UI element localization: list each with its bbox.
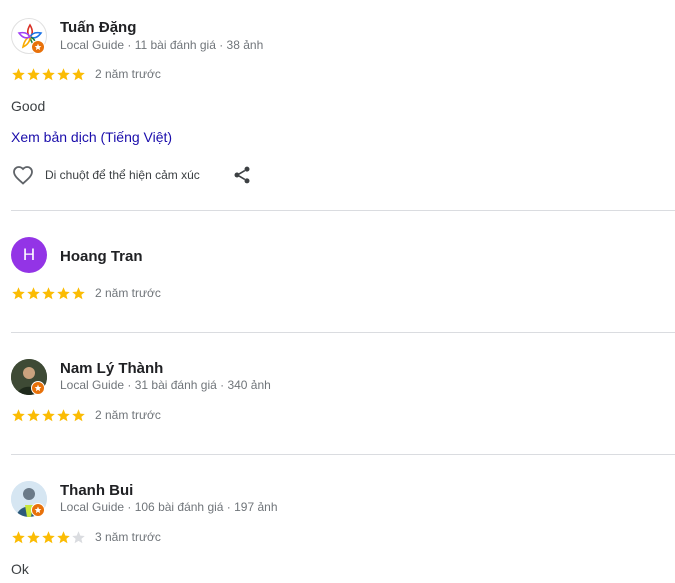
review-item: Nam Lý Thành Local Guide · 31 bài đánh g… bbox=[0, 333, 675, 454]
star-rating bbox=[11, 408, 86, 423]
star-filled-icon bbox=[11, 408, 26, 423]
reviewer-name[interactable]: Tuấn Đặng bbox=[60, 19, 136, 36]
local-guide-badge-icon bbox=[31, 381, 45, 395]
star-filled-icon bbox=[41, 67, 56, 82]
star-filled-icon bbox=[71, 67, 86, 82]
star-rating bbox=[11, 67, 86, 82]
rating-row: 3 năm trước bbox=[11, 529, 161, 545]
star-filled-icon bbox=[56, 286, 71, 301]
star-rating bbox=[11, 530, 86, 545]
rating-row: 2 năm trước bbox=[11, 407, 161, 423]
star-rating bbox=[11, 286, 86, 301]
review-time: 2 năm trước bbox=[95, 286, 161, 300]
avatar[interactable]: H bbox=[11, 237, 47, 273]
share-button[interactable] bbox=[232, 165, 252, 185]
star-filled-icon bbox=[26, 67, 41, 82]
review-text: Good bbox=[11, 98, 46, 114]
star-filled-icon bbox=[11, 530, 26, 545]
local-guide-badge-icon bbox=[31, 40, 45, 54]
star-filled-icon bbox=[56, 530, 71, 545]
review-time: 2 năm trước bbox=[95, 67, 161, 81]
star-filled-icon bbox=[26, 408, 41, 423]
review-actions: Di chuột để thể hiện cảm xúc bbox=[11, 163, 252, 187]
star-filled-icon bbox=[11, 286, 26, 301]
star-filled-icon bbox=[26, 530, 41, 545]
react-hint: Di chuột để thể hiện cảm xúc bbox=[45, 168, 200, 182]
reviewer-name[interactable]: Thanh Bui bbox=[60, 482, 133, 499]
review-item: Thanh Bui Local Guide · 106 bài đánh giá… bbox=[0, 455, 675, 583]
star-filled-icon bbox=[71, 286, 86, 301]
avatar-letter: H bbox=[22, 245, 36, 264]
star-empty-icon bbox=[71, 530, 86, 545]
translate-link[interactable]: Xem bản dịch (Tiếng Việt) bbox=[11, 129, 172, 145]
star-filled-icon bbox=[26, 286, 41, 301]
share-icon bbox=[234, 166, 250, 184]
review-time: 2 năm trước bbox=[95, 408, 161, 422]
local-guide-badge-icon bbox=[31, 503, 45, 517]
star-filled-icon bbox=[11, 67, 26, 82]
star-filled-icon bbox=[41, 530, 56, 545]
reviewer-name[interactable]: Hoang Tran bbox=[60, 248, 143, 265]
reviewer-meta[interactable]: Local Guide · 31 bài đánh giá · 340 ảnh bbox=[60, 378, 271, 392]
review-time: 3 năm trước bbox=[95, 530, 161, 544]
review-item: Tuấn Đặng Local Guide · 11 bài đánh giá … bbox=[0, 0, 675, 211]
star-filled-icon bbox=[41, 408, 56, 423]
review-item: H Hoang Tran 2 năm trước bbox=[0, 211, 675, 332]
review-text: Ok bbox=[11, 561, 29, 577]
star-filled-icon bbox=[56, 67, 71, 82]
rating-row: 2 năm trước bbox=[11, 285, 161, 301]
star-filled-icon bbox=[71, 408, 86, 423]
star-filled-icon bbox=[56, 408, 71, 423]
reviewer-name[interactable]: Nam Lý Thành bbox=[60, 360, 163, 377]
heart-icon[interactable] bbox=[11, 163, 35, 187]
rating-row: 2 năm trước bbox=[11, 66, 161, 82]
star-filled-icon bbox=[41, 286, 56, 301]
reviewer-meta[interactable]: Local Guide · 106 bài đánh giá · 197 ảnh bbox=[60, 500, 278, 514]
reviewer-meta[interactable]: Local Guide · 11 bài đánh giá · 38 ảnh bbox=[60, 38, 263, 52]
